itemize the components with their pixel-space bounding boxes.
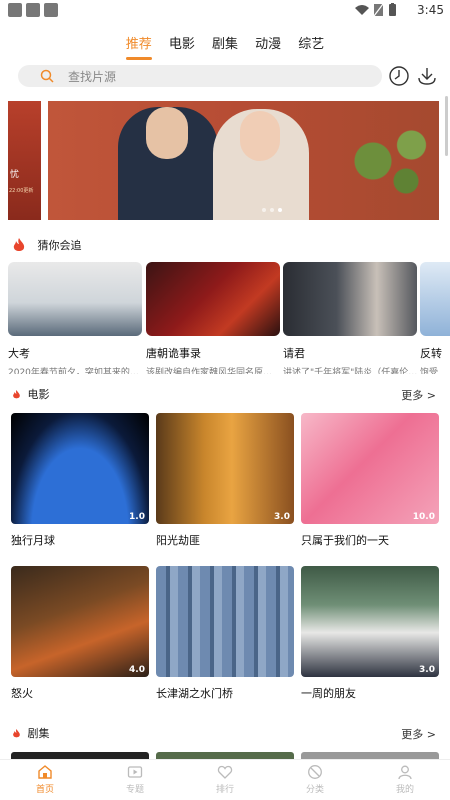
- tab-recommend[interactable]: 推荐: [125, 28, 152, 60]
- nav-category[interactable]: 分类: [285, 764, 345, 795]
- carousel-dot-active: [278, 208, 282, 212]
- nav-label: 排行: [215, 785, 234, 795]
- series-title-label: 剧集: [27, 727, 50, 740]
- movie-title: 独行月球: [11, 534, 55, 547]
- movie-score: 3.0: [274, 512, 290, 522]
- nav-label: 专题: [125, 785, 144, 795]
- carousel-dot: [270, 208, 274, 212]
- carousel-dots: [260, 197, 284, 216]
- guess-thumb: [420, 262, 450, 336]
- movie-poster: 3.0: [156, 413, 294, 524]
- tab-variety[interactable]: 综艺: [298, 28, 324, 57]
- movie-card[interactable]: 1.0 独行月球: [11, 413, 149, 548]
- movie-title: 阳光劫匪: [156, 534, 200, 547]
- search-icon: [40, 69, 54, 83]
- search-bar[interactable]: 查找片源: [18, 65, 382, 87]
- movie-poster: 1.0: [11, 413, 149, 524]
- category-tabs: 推荐 电影 剧集 动漫 综艺: [0, 28, 450, 60]
- guess-item-title: 请君: [283, 347, 305, 360]
- guess-item[interactable]: 请君 讲述了"千年将军"陆炎（任嘉伦…: [283, 262, 417, 374]
- movie-card[interactable]: 3.0 阳光劫匪: [156, 413, 294, 548]
- guess-list: 大考 2020年春节前夕，突如其来的… 唐朝诡事录 该剧改编自作家魏风华同名原……: [8, 262, 450, 374]
- banner-carousel[interactable]: 忧 22:00更新: [8, 101, 439, 220]
- movie-title-label: 电影: [27, 388, 50, 401]
- movie-card[interactable]: 长津湖之水门桥: [156, 566, 294, 701]
- guess-thumb: [283, 262, 417, 336]
- banner-foliage: [329, 121, 439, 201]
- guess-item-title: 反转: [420, 347, 442, 360]
- guess-thumb: [146, 262, 280, 336]
- guess-item-desc: 该剧改编自作家魏风华同名原…: [146, 368, 273, 374]
- guess-item-desc: 讲述了"千年将军"陆炎（任嘉伦…: [283, 368, 417, 374]
- banner-prev-slice: 忧 22:00更新: [8, 101, 41, 220]
- guess-item-desc: 饱受: [420, 368, 439, 374]
- movie-poster: 4.0: [11, 566, 149, 677]
- movie-card[interactable]: 3.0 一周的朋友: [301, 566, 439, 701]
- movie-card[interactable]: 10.0 只属于我们的一天: [301, 413, 439, 548]
- heart-icon: [217, 765, 233, 779]
- movie-poster: [156, 566, 294, 677]
- notification-icon: [8, 3, 22, 17]
- movie-more-link[interactable]: 更多 >: [401, 387, 436, 403]
- movie-title: 长津湖之水门桥: [156, 687, 233, 700]
- series-section-title: 剧集: [12, 725, 50, 741]
- movie-title: 只属于我们的一天: [301, 534, 389, 547]
- banner-image: [48, 101, 439, 220]
- search-placeholder: 查找片源: [68, 70, 117, 84]
- flame-icon: [13, 728, 20, 737]
- banner-prev-text: 忧: [10, 170, 20, 180]
- tab-movie[interactable]: 电影: [169, 28, 195, 57]
- guess-item-title: 大考: [8, 347, 30, 360]
- movie-card[interactable]: 4.0 怒火: [11, 566, 149, 701]
- guess-section-title: 猜你会追: [12, 237, 82, 253]
- movie-score: 4.0: [129, 665, 145, 675]
- guess-item[interactable]: 大考 2020年春节前夕，突如其来的…: [8, 262, 142, 374]
- nav-label: 首页: [35, 785, 54, 795]
- tab-series[interactable]: 剧集: [212, 28, 238, 57]
- play-icon: [127, 766, 143, 778]
- flame-icon: [13, 238, 25, 251]
- banner-prev-sub: 22:00更新: [9, 188, 34, 194]
- carousel-dot: [262, 208, 266, 212]
- tab-anime[interactable]: 动漫: [255, 28, 281, 57]
- user-icon: [398, 765, 412, 780]
- guess-title-label: 猜你会追: [37, 239, 82, 252]
- scrollbar[interactable]: [445, 96, 448, 156]
- bottom-nav: 首页 专题 排行 分类 我的: [0, 759, 450, 800]
- banner-figure: [240, 111, 280, 161]
- signal-battery-icons: [355, 3, 396, 17]
- nav-ranking[interactable]: 排行: [195, 764, 255, 795]
- nav-topics[interactable]: 专题: [105, 764, 165, 795]
- movie-section-title: 电影: [12, 386, 50, 402]
- guess-item[interactable]: 反转 饱受: [420, 262, 450, 374]
- movie-title: 怒火: [11, 687, 33, 700]
- movie-score: 10.0: [412, 512, 435, 522]
- home-icon: [38, 765, 52, 779]
- movie-poster: 3.0: [301, 566, 439, 677]
- banner-figure: [146, 107, 188, 159]
- nav-label: 分类: [305, 785, 324, 795]
- notification-icon: [44, 3, 58, 17]
- movie-score: 3.0: [419, 665, 435, 675]
- nav-mine[interactable]: 我的: [375, 764, 435, 795]
- guess-item-title: 唐朝诡事录: [146, 347, 201, 360]
- flame-icon: [13, 389, 20, 398]
- history-icon[interactable]: [388, 65, 410, 87]
- notification-icon: [26, 3, 40, 17]
- movie-title: 一周的朋友: [301, 687, 356, 700]
- series-more-link[interactable]: 更多 >: [401, 726, 436, 742]
- nav-home[interactable]: 首页: [15, 764, 75, 795]
- nav-label: 我的: [395, 785, 414, 795]
- movie-score: 1.0: [129, 512, 145, 522]
- download-icon[interactable]: [416, 65, 438, 87]
- guess-item[interactable]: 唐朝诡事录 该剧改编自作家魏风华同名原…: [146, 262, 280, 374]
- category-icon: [308, 765, 322, 779]
- movie-poster: 10.0: [301, 413, 439, 524]
- status-time: 3:45: [417, 3, 444, 17]
- status-bar: 3:45: [0, 0, 450, 22]
- guess-thumb: [8, 262, 142, 336]
- guess-item-desc: 2020年春节前夕，突如其来的…: [8, 368, 139, 374]
